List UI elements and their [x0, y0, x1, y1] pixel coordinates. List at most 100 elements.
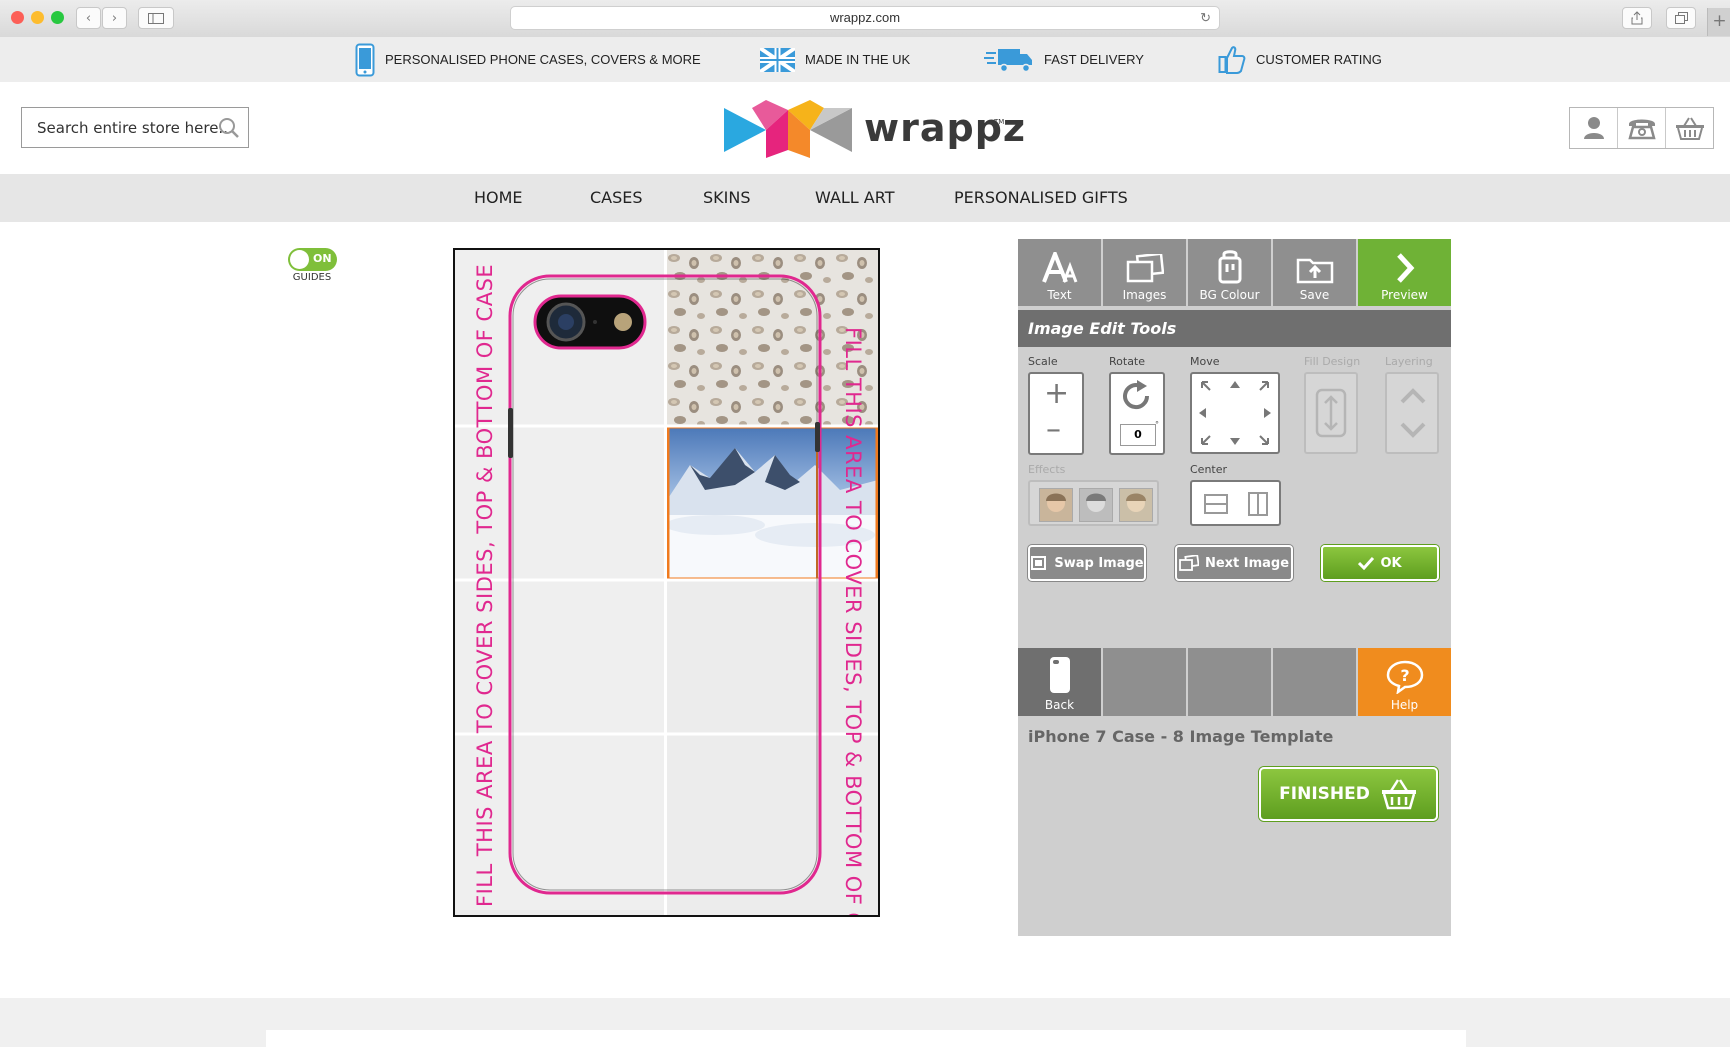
- move-control: [1190, 372, 1280, 454]
- uk-flag-icon: [760, 47, 795, 72]
- tab-text[interactable]: Text: [1018, 239, 1101, 306]
- basket-button[interactable]: [1666, 108, 1713, 148]
- nav-personalised-gifts[interactable]: PERSONALISED GIFTS: [954, 174, 1128, 222]
- rotate-label: Rotate: [1109, 355, 1146, 368]
- effect-thumbnail: [1079, 488, 1113, 522]
- tab-images[interactable]: Images: [1103, 239, 1186, 306]
- search-placeholder: Search entire store here...: [37, 119, 233, 137]
- swap-image-label: Swap Image: [1054, 555, 1144, 571]
- center-label: Center: [1190, 463, 1228, 476]
- account-button[interactable]: [1570, 108, 1618, 148]
- toggle-knob: [290, 250, 309, 269]
- guides-toggle[interactable]: ON: [288, 248, 337, 271]
- url-text: wrappz.com: [829, 10, 901, 25]
- move-label: Move: [1190, 355, 1220, 368]
- fill-vertical-icon: [1315, 388, 1347, 438]
- next-image-label: Next Image: [1204, 555, 1290, 571]
- images-icon: [1126, 254, 1164, 283]
- guides-label: GUIDES: [292, 272, 332, 283]
- help-label: Help: [1390, 698, 1419, 712]
- panel-title: Image Edit Tools: [1018, 310, 1451, 347]
- tab-label: Text: [1047, 288, 1072, 302]
- usp-customer-rating: CUSTOMER RATING: [1218, 37, 1382, 82]
- rotate-clockwise-icon[interactable]: [1120, 379, 1154, 413]
- design-tool-panel: Text Images BG Colour Save Preview Image…: [1018, 239, 1451, 936]
- move-arrows-icon[interactable]: [1194, 376, 1276, 450]
- center-vertical-icon[interactable]: [1245, 491, 1271, 517]
- minimize-window-button[interactable]: [31, 11, 44, 24]
- close-window-button[interactable]: [11, 11, 24, 24]
- back-button[interactable]: Back: [1018, 648, 1101, 716]
- wrappz-logo[interactable]: wrappz TM: [724, 100, 1025, 158]
- address-bar[interactable]: wrappz.com ↻: [510, 6, 1220, 30]
- nav-skins[interactable]: SKINS: [703, 174, 751, 222]
- forward-arrow-icon[interactable]: ›: [102, 7, 127, 29]
- finished-label: FINISHED: [1279, 784, 1370, 804]
- save-folder-icon: [1296, 258, 1333, 284]
- browser-toolbar: ‹ › wrappz.com ↻ +: [0, 0, 1730, 38]
- effects-control: [1028, 480, 1159, 526]
- tab-preview[interactable]: Preview: [1358, 239, 1451, 306]
- help-bubble-icon: ?: [1386, 660, 1423, 694]
- layering-control: [1385, 372, 1439, 454]
- delivery-truck-icon: [984, 48, 1032, 72]
- layer-up-icon: [1400, 388, 1426, 404]
- usp-label: CUSTOMER RATING: [1256, 52, 1382, 67]
- zoom-in-icon[interactable]: +: [1044, 376, 1069, 411]
- nav-home[interactable]: HOME: [474, 174, 523, 222]
- swap-image-button[interactable]: Swap Image: [1028, 545, 1146, 581]
- swap-image-icon: [1031, 556, 1047, 570]
- new-tab-icon[interactable]: +: [1707, 8, 1730, 36]
- rotate-degree-input[interactable]: 0: [1120, 424, 1156, 446]
- svg-text:?: ?: [1400, 666, 1409, 685]
- basket-icon: [1675, 117, 1704, 140]
- nav-wall-art[interactable]: WALL ART: [815, 174, 894, 222]
- logo-text: wrappz: [864, 106, 1027, 150]
- next-image-button[interactable]: Next Image: [1175, 545, 1293, 581]
- share-icon[interactable]: [1622, 7, 1652, 29]
- contact-button[interactable]: [1618, 108, 1666, 148]
- back-arrow-icon[interactable]: ‹: [76, 7, 101, 29]
- design-canvas[interactable]: FILL THIS AREA TO COVER SIDES, TOP & BOT…: [453, 248, 880, 917]
- canvas-grid: [455, 250, 878, 915]
- toggle-state-label: ON: [313, 252, 332, 265]
- zoom-out-icon[interactable]: –: [1046, 412, 1061, 447]
- empty-tool-slot: [1103, 648, 1186, 716]
- usp-label: FAST DELIVERY: [1044, 52, 1144, 67]
- ok-button[interactable]: OK: [1321, 545, 1439, 581]
- phone-outline-icon: [1049, 657, 1070, 693]
- reload-icon[interactable]: ↻: [1200, 7, 1211, 29]
- header-icon-group: [1569, 107, 1714, 149]
- layer-down-icon: [1400, 422, 1426, 438]
- finished-button[interactable]: FINISHED: [1259, 767, 1438, 821]
- next-image-icon: [1179, 555, 1199, 571]
- nav-cases[interactable]: CASES: [590, 174, 643, 222]
- user-icon: [1583, 117, 1604, 139]
- empty-tool-slot: [1188, 648, 1271, 716]
- sidebar-icon[interactable]: [138, 7, 174, 29]
- fill-design-control: [1304, 372, 1358, 454]
- usp-bar: PERSONALISED PHONE CASES, COVERS & MORE …: [0, 37, 1730, 82]
- logo-trademark: TM: [994, 118, 1005, 126]
- phone-icon: [355, 43, 375, 76]
- tabs-overview-icon[interactable]: [1666, 7, 1696, 29]
- usp-made-in-uk: MADE IN THE UK: [760, 37, 910, 82]
- tab-bg-colour[interactable]: BG Colour: [1188, 239, 1271, 306]
- scale-control: + –: [1028, 372, 1084, 455]
- tab-label: Save: [1299, 288, 1330, 302]
- back-label: Back: [1044, 698, 1075, 712]
- zoom-window-button[interactable]: [51, 11, 64, 24]
- scale-label: Scale: [1028, 355, 1058, 368]
- search-input[interactable]: Search entire store here...: [21, 107, 249, 148]
- fill-design-label: Fill Design: [1304, 355, 1361, 368]
- usp-label: MADE IN THE UK: [805, 52, 911, 67]
- tab-save[interactable]: Save: [1273, 239, 1356, 306]
- tab-label: Images: [1122, 288, 1167, 302]
- guide-text-left: FILL THIS AREA TO COVER SIDES, TOP & BOT…: [473, 263, 497, 907]
- center-horizontal-icon[interactable]: [1203, 491, 1229, 517]
- main-nav: HOME CASES SKINS WALL ART PERSONALISED G…: [0, 174, 1730, 222]
- help-button[interactable]: ? Help: [1358, 648, 1451, 716]
- ok-label: OK: [1380, 555, 1402, 571]
- tab-label: BG Colour: [1199, 288, 1260, 302]
- search-icon[interactable]: [218, 117, 240, 139]
